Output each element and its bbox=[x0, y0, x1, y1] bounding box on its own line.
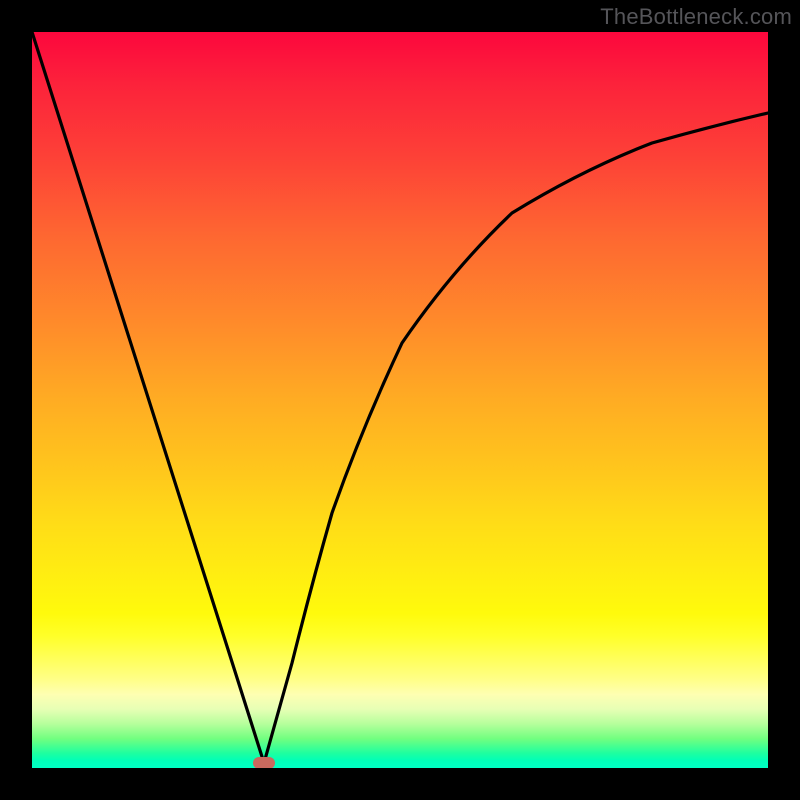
watermark-text: TheBottleneck.com bbox=[600, 4, 792, 30]
chart-frame: TheBottleneck.com bbox=[0, 0, 800, 800]
bottleneck-curve bbox=[32, 32, 768, 768]
min-marker bbox=[253, 757, 275, 768]
curve-path bbox=[32, 32, 768, 763]
plot-area bbox=[32, 32, 768, 768]
